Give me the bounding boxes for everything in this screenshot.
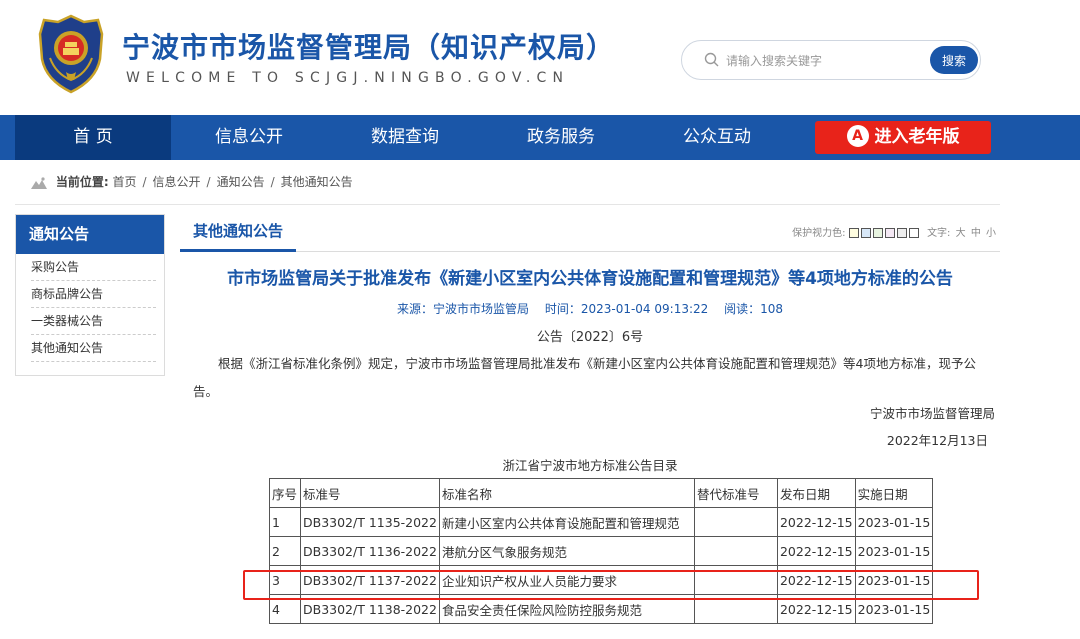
- article-source: 来源：宁波市市场监管局: [396, 302, 529, 316]
- table-row: 1 DB3302/T 1135-2022 新建小区室内公共体育设施配置和管理规范…: [269, 507, 934, 537]
- table-header: 实施日期: [854, 478, 934, 508]
- breadcrumb: 当前位置: 首页 / 信息公开 / 通知公告 / 其他通知公告: [30, 173, 353, 191]
- standards-table: 序号 标准号 标准名称 替代标准号 发布日期 实施日期 1 DB3302/T 1…: [269, 478, 934, 624]
- breadcrumb-other-notices[interactable]: 其他通知公告: [281, 175, 353, 189]
- table-cell: 2022-12-15: [776, 507, 856, 537]
- content-header: 其他通知公告 保护视力色: 文字: 大 中 小: [180, 214, 1000, 252]
- table-title: 浙江省宁波市地方标准公告目录: [502, 458, 678, 473]
- main-nav: 首 页 信息公开 数据查询 政务服务 公众互动 A 进入老年版: [0, 115, 1080, 160]
- font-size-medium[interactable]: 中: [971, 228, 981, 239]
- sidebar-item-trademark[interactable]: 商标品牌公告: [31, 281, 156, 308]
- location-icon: [31, 176, 47, 189]
- search-box: 搜索: [681, 40, 981, 80]
- table-header-row: 序号 标准号 标准名称 替代标准号 发布日期 实施日期: [269, 478, 934, 508]
- nav-public-interaction[interactable]: 公众互动: [639, 115, 795, 160]
- breadcrumb-divider: [15, 204, 1000, 205]
- site-header: 宁波市市场监督管理局（知识产权局） WELCOME TO SCJGJ.NINGB…: [0, 0, 1080, 115]
- tab-other-notices[interactable]: 其他通知公告: [180, 214, 297, 252]
- site-subtitle: WELCOME TO SCJGJ.NINGBO.GOV.CN: [126, 70, 570, 86]
- table-cell: 1: [269, 507, 301, 537]
- elder-mode-button[interactable]: A 进入老年版: [815, 121, 991, 154]
- vision-color-swatch[interactable]: [872, 228, 883, 238]
- sidebar-title: 通知公告: [16, 215, 164, 254]
- sidebar-item-other-notices[interactable]: 其他通知公告: [31, 335, 156, 362]
- elder-mode-label: 进入老年版: [874, 127, 960, 147]
- search-input[interactable]: [726, 49, 916, 73]
- table-header: 标准名称: [438, 478, 695, 508]
- signature-date: 2022年12月13日: [886, 433, 988, 448]
- vision-color-swatch[interactable]: [896, 228, 907, 238]
- nav-info-disclosure[interactable]: 信息公开: [171, 115, 327, 160]
- breadcrumb-separator: /: [270, 175, 275, 189]
- table-cell: DB3302/T 1136-2022: [300, 536, 440, 566]
- table-cell: 2023-01-15: [854, 536, 934, 566]
- sidebar-item-procurement[interactable]: 采购公告: [31, 254, 156, 281]
- breadcrumb-info-disclosure[interactable]: 信息公开: [153, 175, 201, 189]
- breadcrumb-separator: /: [142, 175, 147, 189]
- table-cell: 港航分区气象服务规范: [438, 536, 695, 566]
- sidebar-item-class1-device[interactable]: 一类器械公告: [31, 308, 156, 335]
- table-header: 发布日期: [776, 478, 856, 508]
- breadcrumb-home[interactable]: 首页: [112, 175, 136, 189]
- table-cell: 新建小区室内公共体育设施配置和管理规范: [438, 507, 695, 537]
- breadcrumb-notices[interactable]: 通知公告: [217, 175, 265, 189]
- font-size-small[interactable]: 小: [986, 228, 996, 239]
- breadcrumb-label: 当前位置:: [55, 175, 109, 189]
- vision-color-label: 保护视力色:: [792, 228, 846, 239]
- nav-home[interactable]: 首 页: [15, 115, 171, 160]
- vision-color-swatch[interactable]: [848, 228, 859, 238]
- table-header: 替代标准号: [693, 478, 778, 508]
- sidebar: 通知公告 采购公告 商标品牌公告 一类器械公告 其他通知公告: [15, 214, 165, 376]
- table-row: 2 DB3302/T 1136-2022 港航分区气象服务规范 2022-12-…: [269, 536, 934, 566]
- nav-gov-services[interactable]: 政务服务: [483, 115, 639, 160]
- table-header: 标准号: [300, 478, 440, 508]
- elder-mode-icon: A: [846, 124, 869, 147]
- vision-color-swatch[interactable]: [884, 228, 895, 238]
- article-title: 市市场监管局关于批准发布《新建小区室内公共体育设施配置和管理规范》等4项地方标准…: [227, 269, 953, 289]
- table-cell: 2022-12-15: [776, 536, 856, 566]
- table-cell: 2023-01-15: [854, 507, 934, 537]
- nav-data-query[interactable]: 数据查询: [327, 115, 483, 160]
- document-number: 公告〔2022〕6号: [536, 330, 644, 345]
- breadcrumb-separator: /: [206, 175, 211, 189]
- font-size-large[interactable]: 大: [956, 228, 966, 239]
- article-meta: 来源：宁波市市场监管局 时间：2023-01-04 09:13:22 阅读：10…: [180, 300, 1000, 317]
- font-size-label: 文字:: [927, 228, 951, 239]
- table-cell: DB3302/T 1135-2022: [300, 507, 440, 537]
- table-cell: [693, 536, 778, 566]
- table-cell: 2: [269, 536, 301, 566]
- site-title: 宁波市市场监督管理局（知识产权局）: [122, 31, 616, 64]
- search-button[interactable]: 搜索: [930, 46, 978, 74]
- search-icon: [704, 52, 719, 67]
- article-time: 时间：2023-01-04 09:13:22: [544, 302, 709, 316]
- table-header: 序号: [269, 478, 301, 508]
- police-emblem-logo: [38, 14, 104, 94]
- table-cell: [693, 507, 778, 537]
- vision-color-swatch[interactable]: [908, 228, 919, 238]
- signature-org: 宁波市市场监督管理局: [869, 406, 995, 421]
- vision-color-swatch[interactable]: [860, 228, 871, 238]
- article-body: 根据《浙江省标准化条例》规定，宁波市市场监督管理局批准发布《新建小区室内公共体育…: [193, 356, 976, 399]
- article-reads: 阅读：108: [724, 302, 784, 316]
- highlight-box: [243, 570, 979, 600]
- reading-tools: 保护视力色: 文字: 大 中 小: [792, 224, 996, 239]
